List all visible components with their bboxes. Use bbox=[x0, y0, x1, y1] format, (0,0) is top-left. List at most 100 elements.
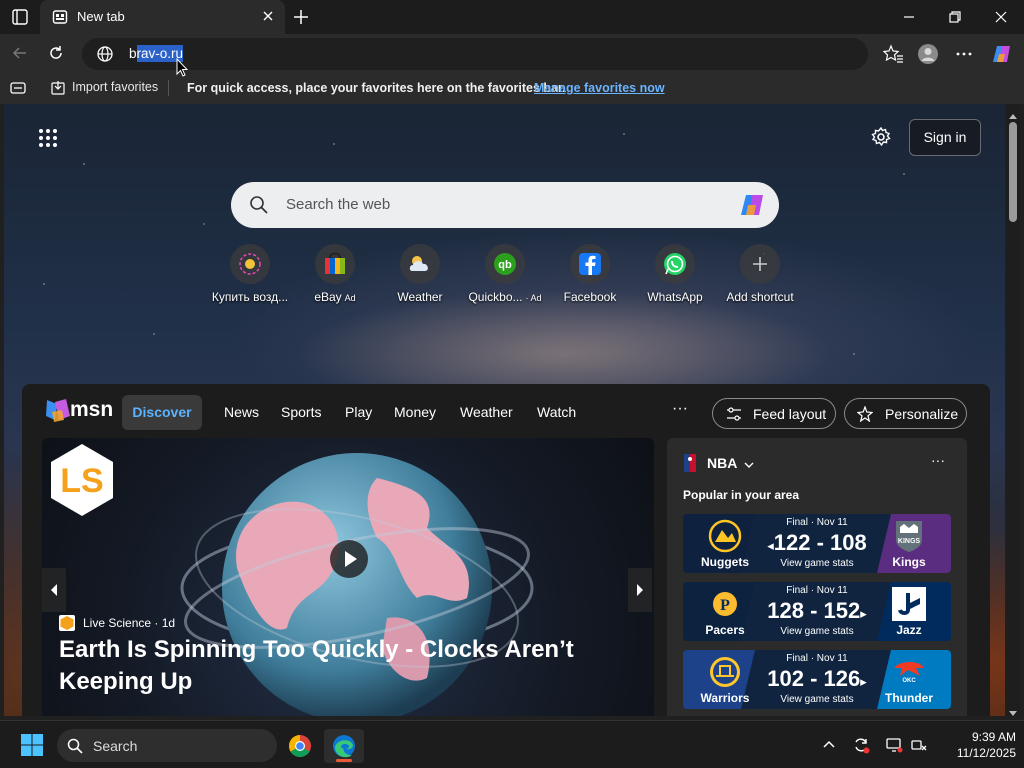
personalize-button[interactable]: Personalize bbox=[844, 398, 967, 429]
settings-more-icon[interactable] bbox=[953, 43, 975, 65]
sliders-icon bbox=[726, 406, 742, 422]
tab-close-icon[interactable] bbox=[260, 8, 276, 24]
scroll-up-arrow-icon[interactable] bbox=[1009, 108, 1017, 119]
clock-date: 11/12/2025 bbox=[956, 746, 1016, 760]
tab-money[interactable]: Money bbox=[394, 404, 436, 420]
app-launcher-icon[interactable] bbox=[38, 128, 58, 148]
favorites-separator bbox=[168, 80, 169, 96]
plus-icon bbox=[740, 244, 780, 284]
tab-news[interactable]: News bbox=[224, 404, 259, 420]
system-clock[interactable]: 9:39 AM 11/12/2025 bbox=[930, 729, 1016, 761]
nba-scores-card: NBA ··· Popular in your area KINGS Final… bbox=[667, 438, 967, 716]
game-status: Final · Nov 11 bbox=[786, 653, 848, 664]
new-tab-button[interactable] bbox=[291, 7, 311, 27]
shortcut-facebook[interactable]: Facebook bbox=[547, 244, 633, 304]
edge-taskbar-app[interactable] bbox=[324, 729, 364, 763]
team-name: Kings bbox=[892, 555, 926, 569]
more-tabs-button[interactable]: ··· bbox=[672, 400, 688, 418]
shortcut-label: Weather bbox=[377, 290, 463, 304]
sidebar-toggle-icon[interactable] bbox=[10, 81, 26, 95]
refresh-icon[interactable] bbox=[46, 43, 66, 63]
display-icon[interactable] bbox=[885, 736, 903, 754]
new-tab-page: Sign in Search the web Купить возд... eB… bbox=[4, 104, 1005, 716]
feed-layout-button[interactable]: Feed layout bbox=[712, 398, 836, 429]
globe-icon bbox=[96, 45, 114, 63]
close-window-icon[interactable] bbox=[990, 6, 1012, 28]
gear-icon[interactable] bbox=[870, 126, 892, 148]
shortcut-label: Facebook bbox=[547, 290, 633, 304]
windows-start-icon[interactable] bbox=[21, 734, 43, 756]
facebook-icon bbox=[570, 244, 610, 284]
winner-arrow-icon: ▸ bbox=[860, 606, 867, 621]
shortcut-2-label: Weather bbox=[397, 290, 443, 304]
chevron-up-icon[interactable] bbox=[820, 736, 838, 754]
svg-text:LS: LS bbox=[60, 462, 103, 500]
sync-icon[interactable] bbox=[852, 736, 870, 754]
nba-more-button[interactable]: ··· bbox=[931, 452, 945, 468]
game-row[interactable]: P Final · Nov 11 128 - 152▸ View game st… bbox=[683, 582, 951, 641]
scroll-down-arrow-icon[interactable] bbox=[1009, 704, 1017, 716]
web-search-box[interactable]: Search the web bbox=[231, 182, 779, 228]
winner-arrow-icon: ▸ bbox=[860, 674, 867, 689]
shortcut-weather[interactable]: Weather bbox=[377, 244, 463, 304]
edge-icon bbox=[333, 735, 355, 758]
profile-avatar-icon[interactable] bbox=[917, 43, 939, 65]
import-icon bbox=[50, 80, 66, 96]
chevron-down-icon[interactable] bbox=[744, 457, 754, 468]
favorites-bar-message: For quick access, place your favorites h… bbox=[187, 81, 566, 95]
tab-title: New tab bbox=[77, 9, 125, 24]
tab-weather[interactable]: Weather bbox=[460, 404, 513, 420]
article-headline[interactable]: Earth Is Spinning Too Quickly - Clocks A… bbox=[59, 634, 649, 698]
score-text: 102 - 126 bbox=[767, 666, 861, 691]
weather-cloud-icon bbox=[400, 244, 440, 284]
chrome-taskbar-app[interactable] bbox=[280, 729, 320, 763]
browser-toolbar: brav-o.ru bbox=[0, 34, 1024, 72]
shortcut-kupit[interactable]: Купить возд... bbox=[207, 244, 293, 304]
score-text: 128 - 152 bbox=[767, 598, 861, 623]
scrollbar-thumb[interactable] bbox=[1009, 122, 1017, 222]
msn-feed: msn Discover News Sports Play Money Weat… bbox=[22, 384, 990, 716]
network-muted-icon[interactable] bbox=[910, 736, 928, 754]
game-status: Final · Nov 11 bbox=[786, 585, 848, 596]
tab-play[interactable]: Play bbox=[345, 404, 372, 420]
tab-watch[interactable]: Watch bbox=[537, 404, 576, 420]
sparkle-star-icon bbox=[856, 405, 874, 423]
tab-new-tab[interactable]: New tab bbox=[40, 0, 285, 34]
game-row[interactable]: KINGS Final · Nov 11 ◂122 - 108 View gam… bbox=[683, 514, 951, 573]
favorites-star-icon[interactable] bbox=[882, 43, 904, 65]
add-shortcut-button[interactable]: Add shortcut bbox=[717, 244, 803, 304]
tab-actions-icon[interactable] bbox=[8, 6, 32, 28]
quick-links: Купить возд... eBay Ad Weather qb Quickbo… bbox=[204, 244, 794, 314]
balloon-site-icon bbox=[230, 244, 270, 284]
address-bar[interactable]: brav-o.ru bbox=[82, 38, 868, 70]
shortcut-5-label: WhatsApp bbox=[647, 290, 703, 304]
url-text[interactable]: brav-o.ru bbox=[129, 45, 184, 62]
team-name: Pacers bbox=[705, 623, 745, 637]
ad-badge: Ad bbox=[344, 293, 356, 303]
copilot-search-icon[interactable] bbox=[738, 192, 768, 218]
hero-article-card[interactable]: LS Live Science · 1d Earth Is Spinning T… bbox=[42, 438, 654, 716]
play-video-button[interactable] bbox=[330, 540, 368, 578]
chrome-icon bbox=[289, 735, 311, 757]
previous-arrow-icon[interactable] bbox=[42, 568, 66, 612]
shortcut-quickbooks[interactable]: qb Quickbo... · Ad bbox=[462, 244, 548, 304]
game-row[interactable]: OKC Final · Nov 11 102 - 126▸ View game … bbox=[683, 650, 951, 709]
copilot-icon[interactable] bbox=[990, 43, 1012, 65]
shortcut-ebay[interactable]: eBay Ad bbox=[292, 244, 378, 304]
vertical-scrollbar[interactable] bbox=[1006, 104, 1020, 716]
shortcut-label: eBay Ad bbox=[292, 290, 378, 304]
tab-sports[interactable]: Sports bbox=[281, 404, 321, 420]
url-prefix: b bbox=[129, 46, 137, 61]
shortcut-whatsapp[interactable]: WhatsApp bbox=[632, 244, 718, 304]
back-arrow-icon[interactable] bbox=[10, 43, 30, 63]
nba-title[interactable]: NBA bbox=[707, 455, 737, 471]
restore-icon[interactable] bbox=[944, 6, 966, 28]
article-source[interactable]: Live Science · 1d bbox=[83, 616, 175, 630]
next-arrow-icon[interactable] bbox=[628, 568, 652, 612]
import-favorites-link[interactable]: Import favorites bbox=[72, 80, 158, 94]
minimize-icon[interactable] bbox=[898, 6, 920, 28]
manage-favorites-link[interactable]: Manage favorites now bbox=[534, 81, 665, 95]
taskbar-search[interactable]: Search bbox=[57, 729, 277, 762]
tab-discover[interactable]: Discover bbox=[122, 395, 202, 430]
sign-in-button[interactable]: Sign in bbox=[909, 119, 981, 156]
